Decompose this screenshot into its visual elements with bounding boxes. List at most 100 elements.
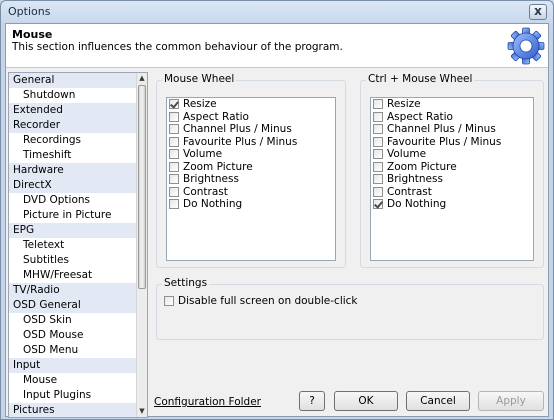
mouse-wheel-option-checkbox[interactable] <box>169 174 179 185</box>
help-button[interactable]: ? <box>299 391 325 411</box>
mouse-wheel-option-label: Channel Plus / Minus <box>183 123 292 136</box>
tree-item[interactable]: OSD General <box>9 298 147 313</box>
ctrl-mouse-wheel-option-label: Channel Plus / Minus <box>387 123 496 136</box>
scroll-down-icon[interactable]: ▼ <box>137 406 147 417</box>
tree-item[interactable]: Subtitles <box>9 253 147 268</box>
scroll-up-icon[interactable]: ▲ <box>137 73 147 84</box>
mouse-wheel-option-row[interactable]: Brightness <box>167 173 335 186</box>
tree-item[interactable]: Shutdown <box>9 88 147 103</box>
mouse-wheel-option-checkbox[interactable] <box>169 99 179 110</box>
section-title: Mouse <box>12 28 53 41</box>
cancel-button[interactable]: Cancel <box>406 391 470 411</box>
ctrl-mouse-wheel-option-checkbox[interactable] <box>373 149 383 160</box>
tree-item[interactable]: OSD Menu <box>9 343 147 358</box>
apply-button[interactable]: Apply <box>478 391 544 411</box>
mouse-wheel-option-label: Zoom Picture <box>183 160 253 173</box>
tree-item[interactable]: Input Plugins <box>9 388 147 403</box>
gear-icon <box>507 27 545 65</box>
mouse-wheel-option-checkbox[interactable] <box>169 149 179 160</box>
ctrl-mouse-wheel-option-row[interactable]: Channel Plus / Minus <box>371 123 533 136</box>
tree-item[interactable]: Mouse <box>9 373 147 388</box>
tree-item[interactable]: OSD Skin <box>9 313 147 328</box>
mouse-wheel-option-row[interactable]: Aspect Ratio <box>167 111 335 124</box>
ctrl-mouse-wheel-option-label: Resize <box>387 98 421 111</box>
section-description: This section influences the common behav… <box>12 41 343 53</box>
tree-item[interactable]: TV/Radio <box>9 283 147 298</box>
ctrl-mouse-wheel-group: Ctrl + Mouse Wheel Resize Aspect Ratio Cha… <box>360 73 544 268</box>
tree-item[interactable]: Input <box>9 358 147 373</box>
ok-button[interactable]: OK <box>334 391 398 411</box>
mouse-wheel-option-row[interactable]: Do Nothing <box>167 198 335 211</box>
ctrl-mouse-wheel-option-row[interactable]: Favourite Plus / Minus <box>371 136 533 149</box>
mouse-wheel-option-row[interactable]: Volume <box>167 148 335 161</box>
mouse-wheel-option-row[interactable]: Resize <box>167 98 335 111</box>
ctrl-mouse-wheel-option-label: Zoom Picture <box>387 160 457 173</box>
mouse-wheel-option-row[interactable]: Zoom Picture <box>167 161 335 174</box>
configuration-folder-link[interactable]: Configuration Folder <box>154 396 261 408</box>
tree-item[interactable]: Recorder <box>9 118 147 133</box>
tree-item[interactable]: Timeshift <box>9 148 147 163</box>
ctrl-mouse-wheel-option-label: Contrast <box>387 185 432 198</box>
tree-scrollbar[interactable]: ▲ ▼ <box>136 73 147 417</box>
disable-fullscreen-checkbox[interactable] <box>164 296 174 307</box>
close-icon: x <box>534 4 542 18</box>
mouse-wheel-option-label: Brightness <box>183 173 239 186</box>
tree-item[interactable]: Picture in Picture <box>9 208 147 223</box>
ctrl-mouse-wheel-option-label: Volume <box>387 148 427 161</box>
mouse-wheel-option-row[interactable]: Channel Plus / Minus <box>167 123 335 136</box>
ctrl-mouse-wheel-option-checkbox[interactable] <box>373 136 383 147</box>
mouse-wheel-option-label: Volume <box>183 148 223 161</box>
tree-item[interactable]: Hardware <box>9 163 147 178</box>
ctrl-mouse-wheel-option-checkbox[interactable] <box>373 161 383 172</box>
ctrl-mouse-wheel-option-checkbox[interactable] <box>373 111 383 122</box>
tree-item[interactable]: DirectX <box>9 178 147 193</box>
mouse-wheel-option-checkbox[interactable] <box>169 199 179 210</box>
ctrl-mouse-wheel-option-row[interactable]: Contrast <box>371 186 533 199</box>
mouse-wheel-group-label: Mouse Wheel <box>162 73 237 85</box>
ctrl-mouse-wheel-option-checkbox[interactable] <box>373 174 383 185</box>
ctrl-mouse-wheel-option-row[interactable]: Aspect Ratio <box>371 111 533 124</box>
tree-item[interactable]: Extended <box>9 103 147 118</box>
ctrl-mouse-wheel-option-row[interactable]: Zoom Picture <box>371 161 533 174</box>
mouse-wheel-listbox[interactable]: Resize Aspect Ratio Channel Plus / Minus Fa… <box>166 97 336 261</box>
mouse-wheel-option-checkbox[interactable] <box>169 186 179 197</box>
mouse-wheel-option-label: Favourite Plus / Minus <box>183 135 298 148</box>
ctrl-mouse-wheel-option-label: Do Nothing <box>387 198 447 211</box>
close-button[interactable]: x <box>529 4 547 20</box>
disable-fullscreen-row[interactable]: Disable full screen on double-click <box>162 295 358 308</box>
title-bar[interactable]: Options x <box>1 1 553 23</box>
ctrl-mouse-wheel-option-row[interactable]: Resize <box>371 98 533 111</box>
tree-item[interactable]: Pictures <box>9 403 147 417</box>
mouse-wheel-group: Mouse Wheel Resize Aspect Ratio Channel Pl… <box>156 73 346 268</box>
tree-item[interactable]: OSD Mouse <box>9 328 147 343</box>
dialog-client-area: Mouse This section influences the common… <box>5 23 549 418</box>
disable-fullscreen-label: Disable full screen on double-click <box>178 295 358 308</box>
ctrl-mouse-wheel-option-row[interactable]: Brightness <box>371 173 533 186</box>
ctrl-mouse-wheel-option-row[interactable]: Do Nothing <box>371 198 533 211</box>
tree-item[interactable]: DVD Options <box>9 193 147 208</box>
ctrl-mouse-wheel-option-row[interactable]: Volume <box>371 148 533 161</box>
mouse-wheel-option-label: Do Nothing <box>183 198 243 211</box>
mouse-wheel-option-checkbox[interactable] <box>169 136 179 147</box>
mouse-wheel-option-row[interactable]: Contrast <box>167 186 335 199</box>
ctrl-mouse-wheel-listbox[interactable]: Resize Aspect Ratio Channel Plus / Minus Fa… <box>370 97 534 261</box>
ctrl-mouse-wheel-option-checkbox[interactable] <box>373 186 383 197</box>
tree-item[interactable]: Teletext <box>9 238 147 253</box>
ctrl-mouse-wheel-option-label: Aspect Ratio <box>387 110 453 123</box>
options-tree[interactable]: General Shutdown Extended Recorder Recording… <box>8 72 148 418</box>
mouse-wheel-option-checkbox[interactable] <box>169 111 179 122</box>
tree-item[interactable]: EPG <box>9 223 147 238</box>
tree-item[interactable]: MHW/Freesat <box>9 268 147 283</box>
mouse-wheel-option-checkbox[interactable] <box>169 161 179 172</box>
mouse-wheel-option-label: Resize <box>183 98 217 111</box>
tree-item[interactable]: General <box>9 73 147 88</box>
ctrl-mouse-wheel-option-checkbox[interactable] <box>373 124 383 135</box>
scroll-thumb[interactable] <box>138 85 146 289</box>
mouse-wheel-option-row[interactable]: Favourite Plus / Minus <box>167 136 335 149</box>
mouse-wheel-option-checkbox[interactable] <box>169 124 179 135</box>
settings-group-label: Settings <box>162 277 210 289</box>
tree-item[interactable]: Recordings <box>9 133 147 148</box>
ctrl-mouse-wheel-option-checkbox[interactable] <box>373 199 383 210</box>
ctrl-mouse-wheel-group-label: Ctrl + Mouse Wheel <box>366 73 475 85</box>
ctrl-mouse-wheel-option-checkbox[interactable] <box>373 99 383 110</box>
